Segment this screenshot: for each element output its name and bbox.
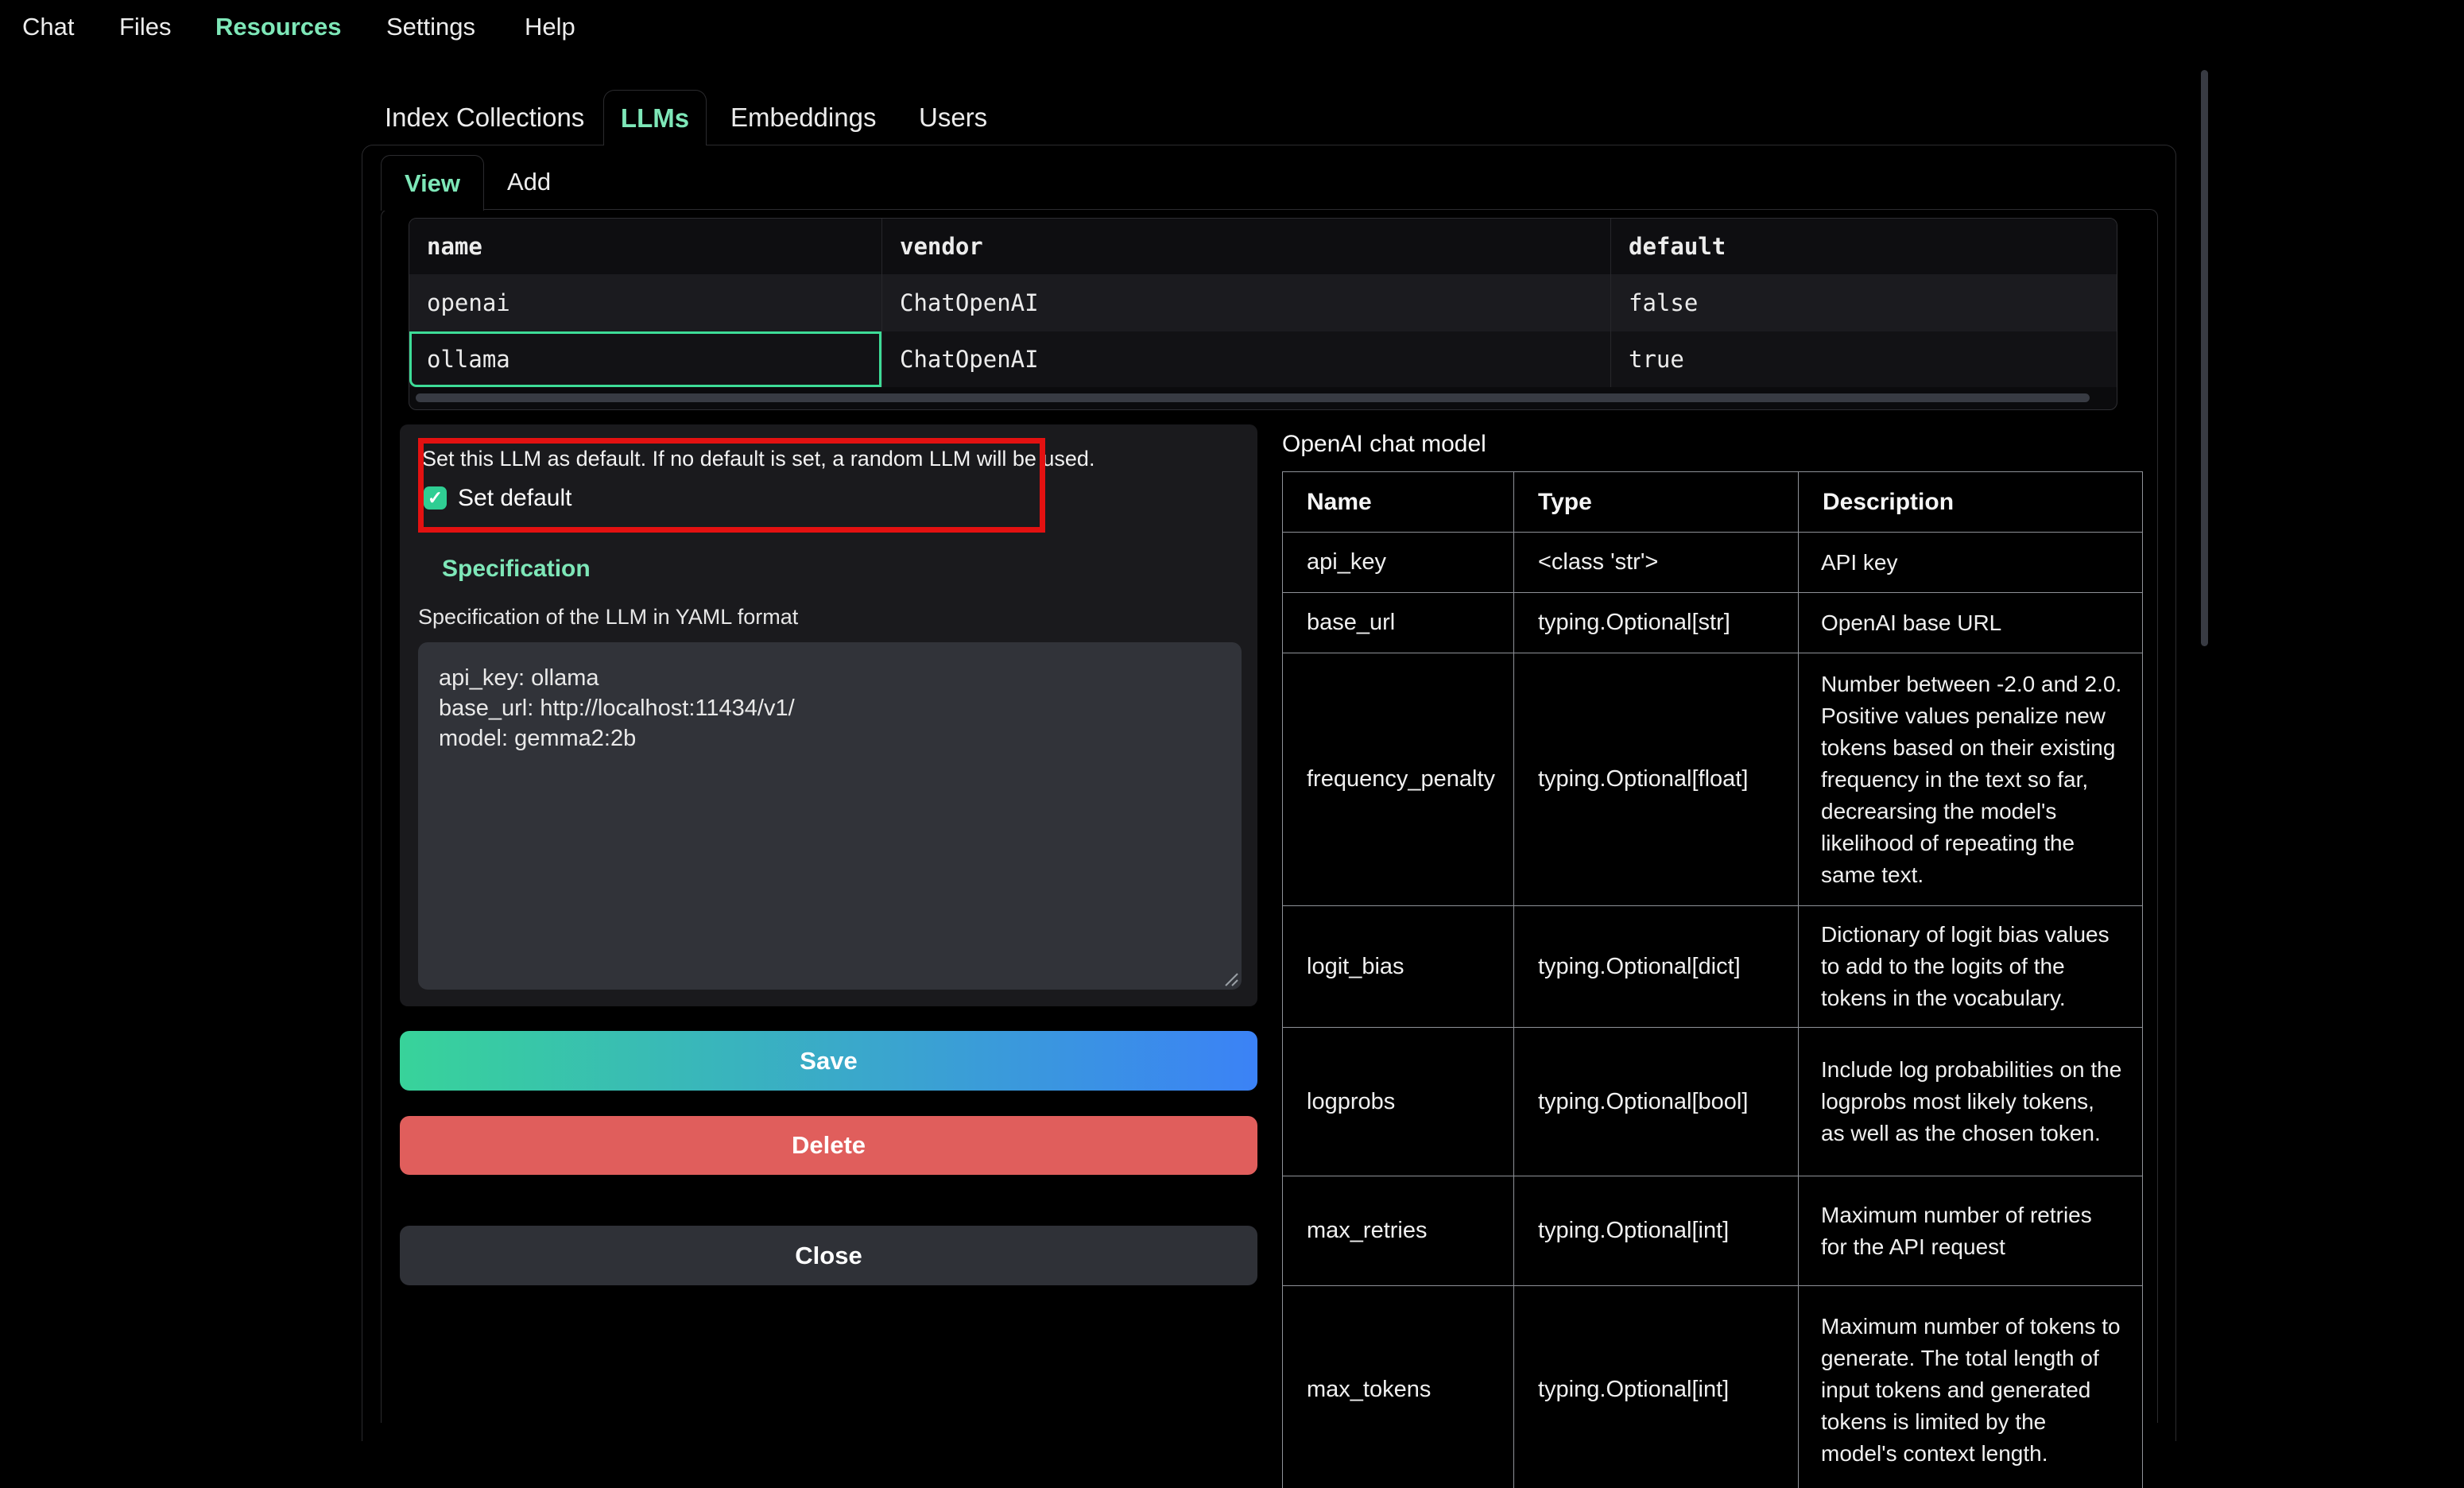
- tab-users[interactable]: Users: [919, 103, 987, 133]
- model-params-cell-desc: OpenAI base URL: [1799, 593, 2143, 653]
- vertical-scrollbar-thumb[interactable]: [2201, 70, 2208, 646]
- model-params-cell-name: logprobs: [1283, 1028, 1514, 1176]
- model-params-cell-name: base_url: [1283, 593, 1514, 653]
- llm-table-cell[interactable]: ollama: [409, 331, 882, 387]
- nav-item-resources[interactable]: Resources: [215, 13, 342, 41]
- model-params-row: logit_biastyping.Optional[dict]Dictionar…: [1283, 906, 2143, 1028]
- llm-table-scroll-strip: [409, 387, 2117, 409]
- model-params-row: api_key<class 'str'>API key: [1283, 533, 2143, 593]
- specification-heading: Specification: [442, 556, 591, 583]
- model-params-header: NameTypeDescription: [1283, 472, 2143, 533]
- model-params-header-cell: Description: [1799, 472, 2143, 533]
- save-button[interactable]: Save: [400, 1031, 1257, 1091]
- llm-table-row: ollamaChatOpenAItrue: [409, 331, 2117, 387]
- llm-table-header-cell: name: [409, 219, 882, 274]
- app-root: { "nav": { "items": [ { "label": "Chat",…: [0, 0, 2464, 1488]
- model-params-cell-desc: Dictionary of logit bias values to add t…: [1799, 906, 2143, 1028]
- model-params-cell-name: max_tokens: [1283, 1286, 1514, 1488]
- model-params-row: max_tokenstyping.Optional[int]Maximum nu…: [1283, 1286, 2143, 1488]
- model-params-cell-type: typing.Optional[dict]: [1514, 906, 1799, 1028]
- set-default-checkbox[interactable]: ✓: [424, 486, 447, 510]
- textarea-resize-handle[interactable]: [1221, 969, 1238, 986]
- model-params-cell-desc: API key: [1799, 533, 2143, 593]
- tab-embeddings[interactable]: Embeddings: [730, 103, 876, 133]
- specification-description: Specification of the LLM in YAML format: [418, 605, 798, 630]
- subtab-add[interactable]: Add: [507, 156, 551, 208]
- model-params-cell-name: frequency_penalty: [1283, 653, 1514, 906]
- set-default-info-text: Set this LLM as default. If no default i…: [422, 447, 1094, 471]
- llm-table: namevendordefaultopenaiChatOpenAIfalseol…: [409, 218, 2117, 410]
- llm-table-cell[interactable]: ChatOpenAI: [882, 331, 1611, 387]
- nav-item-settings[interactable]: Settings: [386, 13, 475, 41]
- model-params-table: NameTypeDescription api_key<class 'str'>…: [1282, 471, 2143, 1488]
- yaml-spec-textarea[interactable]: api_key: ollama base_url: http://localho…: [418, 642, 1242, 990]
- checkmark-icon: ✓: [428, 489, 443, 507]
- tab-index-collections[interactable]: Index Collections: [385, 103, 584, 133]
- llm-table-cell[interactable]: false: [1611, 274, 2117, 331]
- llm-table-cell[interactable]: openai: [409, 274, 882, 331]
- model-params-cell-type: typing.Optional[int]: [1514, 1286, 1799, 1488]
- nav-item-help[interactable]: Help: [525, 13, 575, 41]
- llm-table-cell[interactable]: ChatOpenAI: [882, 274, 1611, 331]
- model-params-cell-type: typing.Optional[float]: [1514, 653, 1799, 906]
- model-params-cell-name: logit_bias: [1283, 906, 1514, 1028]
- horizontal-scrollbar-thumb[interactable]: [416, 393, 2090, 402]
- model-params-cell-type: typing.Optional[bool]: [1514, 1028, 1799, 1176]
- model-params-cell-type: typing.Optional[str]: [1514, 593, 1799, 653]
- model-doc-title: OpenAI chat model: [1282, 431, 1486, 458]
- model-params-cell-name: max_retries: [1283, 1176, 1514, 1286]
- model-params-cell-type: <class 'str'>: [1514, 533, 1799, 593]
- subtab-view[interactable]: View: [381, 155, 484, 211]
- model-params-row: max_retriestyping.Optional[int]Maximum n…: [1283, 1176, 2143, 1286]
- model-params-cell-desc: Include log probabilities on the logprob…: [1799, 1028, 2143, 1176]
- llm-table-cell[interactable]: true: [1611, 331, 2117, 387]
- llm-table-header-row: namevendordefault: [409, 219, 2117, 274]
- model-params-header-row: NameTypeDescription: [1283, 472, 2143, 533]
- model-params-row: logprobstyping.Optional[bool]Include log…: [1283, 1028, 2143, 1176]
- nav-item-chat[interactable]: Chat: [22, 13, 74, 41]
- llm-table-header-cell: vendor: [882, 219, 1611, 274]
- llm-table-row: openaiChatOpenAIfalse: [409, 274, 2117, 331]
- model-params-cell-desc: Maximum number of tokens to generate. Th…: [1799, 1286, 2143, 1488]
- nav-item-files[interactable]: Files: [119, 13, 171, 41]
- model-params-row: base_urltyping.Optional[str]OpenAI base …: [1283, 593, 2143, 653]
- llm-table-header-cell: default: [1611, 219, 2117, 274]
- tab-llms[interactable]: LLMs: [603, 90, 707, 145]
- close-button[interactable]: Close: [400, 1226, 1257, 1285]
- set-default-label: Set default: [458, 486, 571, 510]
- model-params-cell-desc: Number between -2.0 and 2.0. Positive va…: [1799, 653, 2143, 906]
- model-params-header-cell: Name: [1283, 472, 1514, 533]
- model-params-cell-name: api_key: [1283, 533, 1514, 593]
- model-params-row: frequency_penaltytyping.Optional[float]N…: [1283, 653, 2143, 906]
- model-params-header-cell: Type: [1514, 472, 1799, 533]
- model-params-cell-type: typing.Optional[int]: [1514, 1176, 1799, 1286]
- model-params-cell-desc: Maximum number of retries for the API re…: [1799, 1176, 2143, 1286]
- delete-button[interactable]: Delete: [400, 1116, 1257, 1175]
